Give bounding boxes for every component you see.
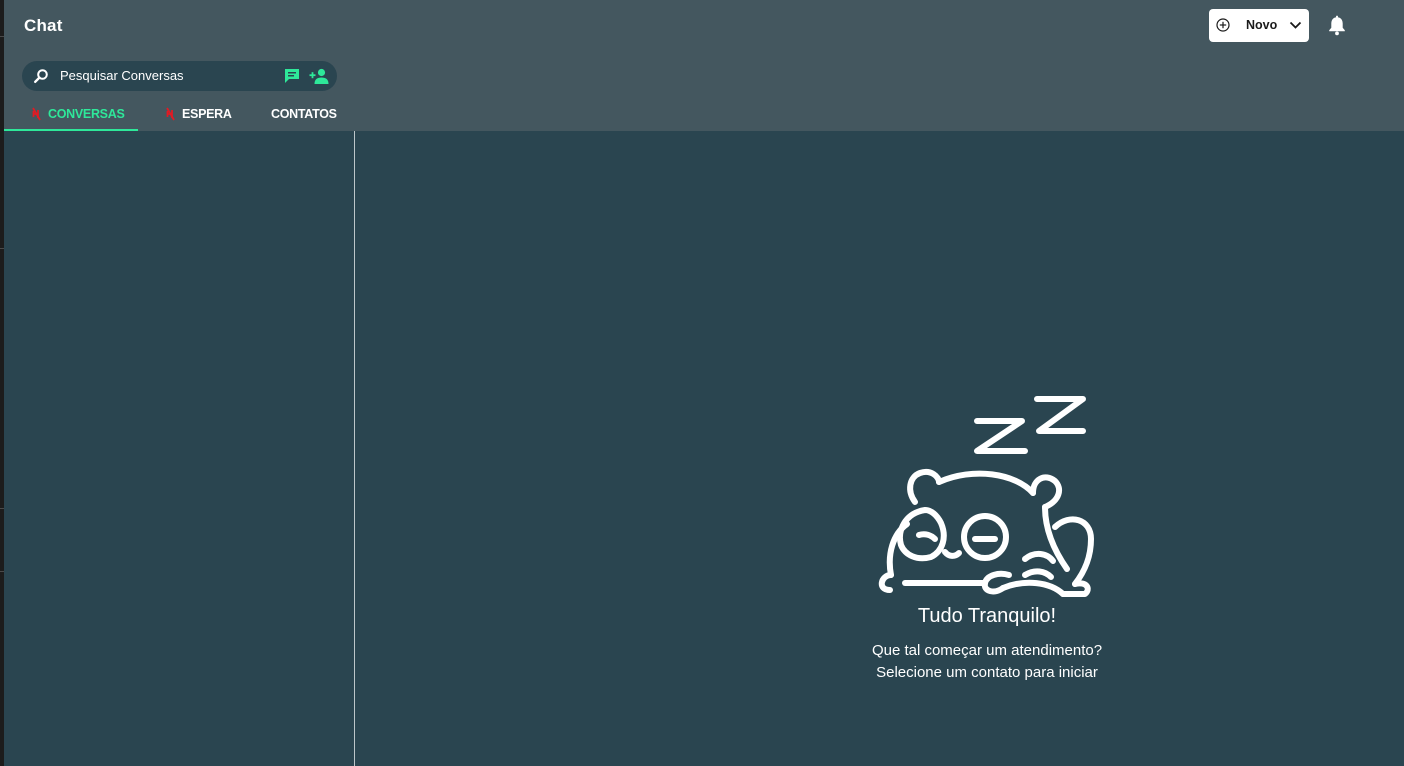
new-chat-icon[interactable] xyxy=(283,67,301,85)
tab-label: CONVERSAS xyxy=(48,107,125,121)
bell-icon[interactable] xyxy=(1327,15,1347,36)
search-icon xyxy=(34,69,48,84)
empty-state-subtitle: Que tal começar um atendimento? xyxy=(871,642,1103,659)
muted-icon xyxy=(32,107,41,121)
tab-espera[interactable]: ESPERA xyxy=(138,98,256,131)
plus-circle-icon xyxy=(1216,18,1230,32)
sleeping-panda-illustration xyxy=(878,396,1094,597)
conversation-list xyxy=(4,131,354,766)
tab-conversas[interactable]: CONVERSAS xyxy=(4,98,138,131)
tab-label: CONTATOS xyxy=(271,107,337,121)
empty-state-title: Tudo Tranquilo! xyxy=(917,605,1057,627)
add-contact-icon[interactable] xyxy=(309,67,329,85)
tab-label: ESPERA xyxy=(182,107,232,121)
tab-contatos[interactable]: CONTATOS xyxy=(256,98,354,131)
chevron-down-icon xyxy=(1289,21,1302,29)
chat-main-area: Tudo Tranquilo! Que tal começar um atend… xyxy=(355,131,1404,766)
search-input[interactable]: Pesquisar Conversas xyxy=(60,61,280,91)
search-bar[interactable]: Pesquisar Conversas xyxy=(22,61,337,91)
muted-icon xyxy=(166,107,175,121)
page-title: Chat xyxy=(24,16,63,35)
chat-header: Chat Pesquisar Conversas CONVERSAS ESPER… xyxy=(4,0,1404,131)
new-button-label: Novo xyxy=(1246,18,1278,32)
new-button[interactable]: Novo xyxy=(1209,9,1309,42)
empty-state-hint: Selecione um contato para iniciar xyxy=(876,664,1098,681)
chat-app: Chat Pesquisar Conversas CONVERSAS ESPER… xyxy=(0,0,1404,766)
